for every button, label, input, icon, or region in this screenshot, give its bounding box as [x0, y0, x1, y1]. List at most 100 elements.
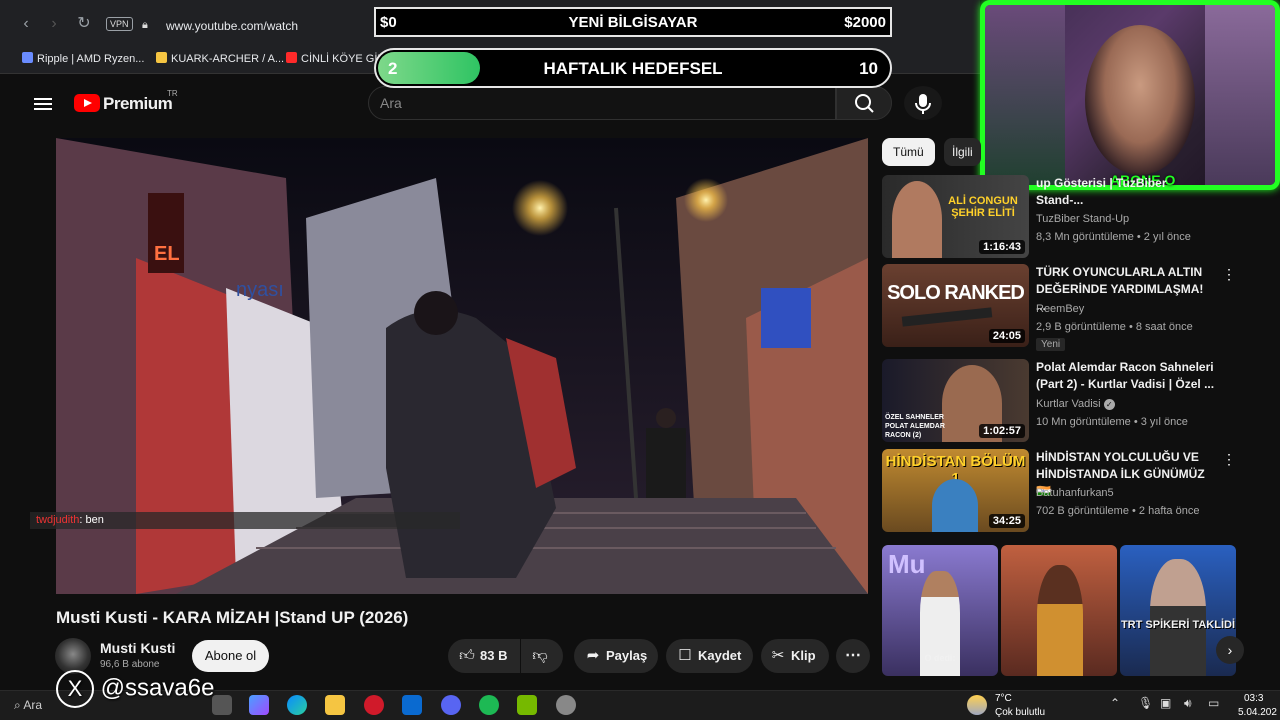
channel-avatar[interactable]: [55, 638, 91, 674]
copilot-icon[interactable]: [249, 695, 269, 715]
microphone-icon[interactable]: 🎙︎: [1138, 696, 1153, 710]
channel-name[interactable]: Kurtlar Vadisi ✓: [1036, 398, 1115, 410]
video-duration: 34:25: [988, 514, 1025, 528]
vpn-badge[interactable]: VPN: [106, 17, 133, 31]
reload-icon[interactable]: ↻: [74, 14, 94, 34]
short-thumbnail[interactable]: [1001, 545, 1117, 676]
weekly-goal-bar: 2 HAFTALIK HEDEFSEL 10: [374, 48, 892, 88]
filter-chip-all[interactable]: Tümü: [882, 138, 935, 166]
search-icon: [855, 94, 874, 113]
spotify-icon[interactable]: [479, 695, 499, 715]
thumbs-down-icon: 👎︎: [532, 647, 548, 664]
save-button[interactable]: ☐ Kaydet: [666, 639, 753, 673]
weather-temperature[interactable]: 7°C: [995, 693, 1012, 704]
search-button[interactable]: [836, 86, 892, 120]
settings-icon[interactable]: [556, 695, 576, 715]
clip-button[interactable]: ✂︎ Klip: [761, 639, 829, 673]
video-title: Musti Kusti - KARA MİZAH |Stand UP (2026…: [56, 608, 409, 627]
subscribe-button[interactable]: Abone ol: [192, 640, 269, 672]
video-title[interactable]: Polat Alemdar Racon Sahneleri (Part 2) -…: [1036, 359, 1216, 393]
bookmark-item[interactable]: KUARK-ARCHER / A...: [156, 52, 284, 65]
chevron-right-icon[interactable]: ›: [1216, 636, 1244, 664]
chat-username: twdjudith: [36, 514, 80, 526]
svg-text:nyası: nyası: [236, 279, 284, 301]
bookmark-item[interactable]: CİNLİ KÖYE GİR: [286, 52, 385, 65]
new-badge: Yeni: [1036, 338, 1066, 351]
voice-search-button[interactable]: [904, 86, 942, 120]
donation-goal-bar: $0 YENİ BİLGİSAYAR $2000: [374, 7, 892, 37]
clock-time[interactable]: 03:3: [1244, 693, 1263, 704]
mail-icon[interactable]: [402, 695, 422, 715]
recommended-video[interactable]: SOLO RANKED 24:05 TÜRK OYUNCULARLA ALTIN…: [882, 264, 1262, 351]
more-actions-button[interactable]: ⋯: [836, 639, 870, 673]
video-thumbnail[interactable]: ALİ CONGUN ŞEHİR ELİTİ 1:16:43: [882, 175, 1029, 258]
network-icon[interactable]: ▣: [1160, 696, 1171, 710]
share-button[interactable]: ➦ Paylaş: [574, 639, 658, 673]
svg-text:EL: EL: [154, 243, 180, 265]
channel-name[interactable]: TuzBiber Stand-Up: [1036, 213, 1129, 225]
hamburger-menu-icon[interactable]: [34, 95, 52, 113]
weather-cloud-icon[interactable]: [967, 695, 987, 715]
chat-message: twdjudith: ben: [30, 512, 460, 529]
goal-title: YENİ BİLGİSAYAR: [568, 14, 698, 31]
share-icon: ➦: [586, 647, 600, 664]
file-explorer-icon[interactable]: [325, 695, 345, 715]
like-button[interactable]: 👍︎ 83 B: [448, 639, 520, 673]
opera-icon[interactable]: [364, 695, 384, 715]
video-duration: 24:05: [988, 329, 1025, 343]
lock-icon[interactable]: 🔒︎: [142, 19, 148, 32]
video-meta: 10 Mn görüntüleme • 3 yıl önce: [1036, 416, 1188, 428]
filter-chip-related[interactable]: İlgili: [944, 138, 981, 166]
bookmark-icon: [22, 52, 33, 63]
weather-description[interactable]: Çok bulutlu: [995, 707, 1045, 718]
recommended-video[interactable]: HİNDİSTAN BÖLÜM 1 34:25 HİNDİSTAN YOLCUL…: [882, 449, 1262, 535]
x-logo-icon: X: [56, 670, 94, 708]
back-icon[interactable]: ‹: [16, 14, 36, 34]
clock-date[interactable]: 5.04.202: [1238, 707, 1277, 718]
search-input[interactable]: [380, 92, 820, 114]
youtube-logo-icon[interactable]: [74, 94, 100, 112]
nvidia-icon[interactable]: [517, 695, 537, 715]
bookmark-icon: ☐: [678, 647, 692, 664]
search-icon: ⌕: [14, 698, 21, 712]
channel-name[interactable]: ReemBey: [1036, 303, 1084, 315]
chevron-up-icon[interactable]: ⌃: [1110, 696, 1120, 710]
discord-icon[interactable]: [441, 695, 461, 715]
address-bar[interactable]: www.youtube.com/watch: [166, 19, 298, 33]
social-handle-overlay: X @ssava6e: [56, 670, 214, 708]
more-vertical-icon[interactable]: ⋮: [1222, 451, 1236, 468]
video-thumbnail[interactable]: ÖZEL SAHNELER POLAT ALEMDAR RACON (2) 1:…: [882, 359, 1029, 442]
taskbar-search[interactable]: ⌕ Ara: [14, 698, 42, 713]
bookmark-item[interactable]: Ripple | AMD Ryzen...: [22, 52, 144, 65]
goal-target: 10: [859, 59, 878, 78]
dislike-button[interactable]: 👎︎: [521, 639, 563, 673]
video-thumbnail[interactable]: HİNDİSTAN BÖLÜM 1 34:25: [882, 449, 1029, 532]
thumbs-up-icon: 👍︎: [459, 647, 475, 664]
video-title[interactable]: up Gösterisi | TuzBiber Stand-...: [1036, 175, 1216, 209]
youtube-logo-text[interactable]: Premium: [103, 94, 173, 114]
channel-name[interactable]: Batuhanfurkan5: [1036, 487, 1114, 499]
video-duration: 1:02:57: [979, 424, 1025, 438]
scissors-icon: ✂︎: [771, 647, 785, 664]
edge-icon[interactable]: [287, 695, 307, 715]
volume-icon[interactable]: 🔊︎: [1184, 696, 1192, 711]
chat-text: : ben: [79, 514, 104, 526]
channel-name[interactable]: Musti Kusti: [100, 640, 175, 656]
task-view-icon[interactable]: [212, 695, 232, 715]
recommended-video[interactable]: ALİ CONGUN ŞEHİR ELİTİ 1:16:43 up Göster…: [882, 175, 1262, 261]
video-duration: 1:16:43: [979, 240, 1025, 254]
more-vertical-icon[interactable]: ⋮: [1222, 266, 1236, 283]
recommended-video[interactable]: ÖZEL SAHNELER POLAT ALEMDAR RACON (2) 1:…: [882, 359, 1262, 445]
forward-icon[interactable]: ›: [44, 14, 64, 34]
webcam-overlay: [980, 0, 1280, 190]
short-thumbnail[interactable]: Mu O dedi:: [882, 545, 998, 676]
video-meta: 8,3 Mn görüntüleme • 2 yıl önce: [1036, 231, 1191, 243]
video-meta: 2,9 B görüntüleme • 8 saat önce: [1036, 321, 1193, 333]
region-code: TR: [167, 89, 178, 98]
goal-title: HAFTALIK HEDEFSEL: [543, 59, 723, 78]
video-thumbnail[interactable]: SOLO RANKED 24:05: [882, 264, 1029, 347]
battery-icon[interactable]: ▭: [1208, 696, 1219, 710]
goal-target: $2000: [844, 14, 886, 31]
short-caption: TRT SPİKERİ TAKLİDİ: [1120, 619, 1236, 631]
youtube-icon: [286, 52, 297, 63]
